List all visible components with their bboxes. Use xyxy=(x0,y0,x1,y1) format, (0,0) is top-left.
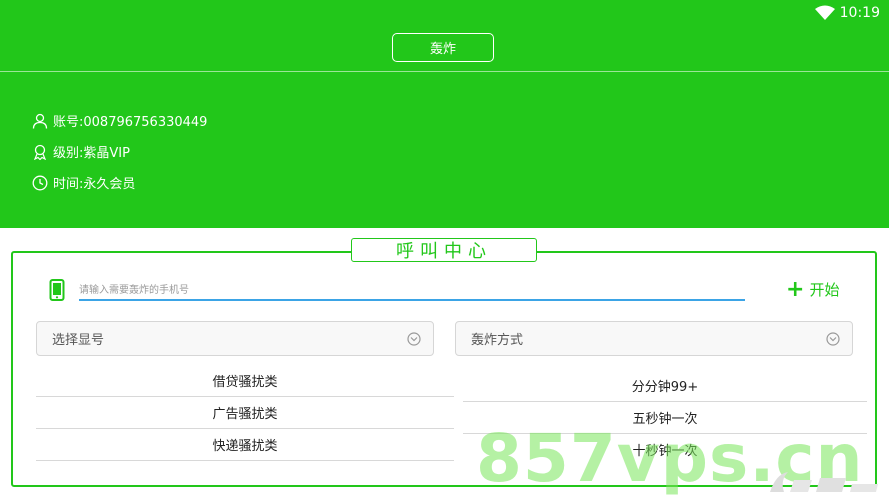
list-item-loan[interactable]: 借贷骚扰类 xyxy=(36,365,454,397)
level-text: 级别:紫晶VIP xyxy=(53,146,130,161)
start-button[interactable]: + 开始 xyxy=(786,276,840,302)
clock-icon xyxy=(32,175,48,190)
chevron-down-icon xyxy=(407,332,421,346)
list-item-per-minute[interactable]: 分分钟99+ xyxy=(463,370,867,402)
header-divider xyxy=(0,71,889,72)
call-center-title: 呼叫中心 xyxy=(351,238,537,262)
chevron-down-icon xyxy=(826,332,840,346)
plus-icon: + xyxy=(786,276,805,302)
account-row: 账号:008796756330449 xyxy=(32,111,207,130)
status-time: 10:19 xyxy=(839,5,880,21)
wifi-icon xyxy=(815,5,835,20)
phone-number-input[interactable] xyxy=(79,281,745,301)
list-item-express[interactable]: 快递骚扰类 xyxy=(36,429,454,461)
phone-icon xyxy=(49,279,65,301)
account-text: 账号:008796756330449 xyxy=(53,115,208,130)
time-text: 时间:永久会员 xyxy=(53,177,136,192)
select-number-label: 选择显号 xyxy=(52,333,105,348)
bomb-mode-dropdown[interactable]: 轰炸方式 xyxy=(455,321,853,356)
bomb-mode-label: 轰炸方式 xyxy=(471,333,524,348)
time-row: 时间:永久会员 xyxy=(32,173,135,192)
select-number-dropdown[interactable]: 选择显号 xyxy=(36,321,434,356)
start-label: 开始 xyxy=(809,281,840,299)
site-logo-icon xyxy=(770,472,878,492)
header-bar: 10:19 轰炸 账号:008796756330449 级别:紫晶VIP 时间:… xyxy=(0,0,889,228)
badge-icon xyxy=(33,144,47,160)
level-row: 级别:紫晶VIP xyxy=(32,142,130,161)
user-icon xyxy=(32,113,48,129)
list-item-ads[interactable]: 广告骚扰类 xyxy=(36,397,454,429)
bomb-button[interactable]: 轰炸 xyxy=(392,33,494,62)
